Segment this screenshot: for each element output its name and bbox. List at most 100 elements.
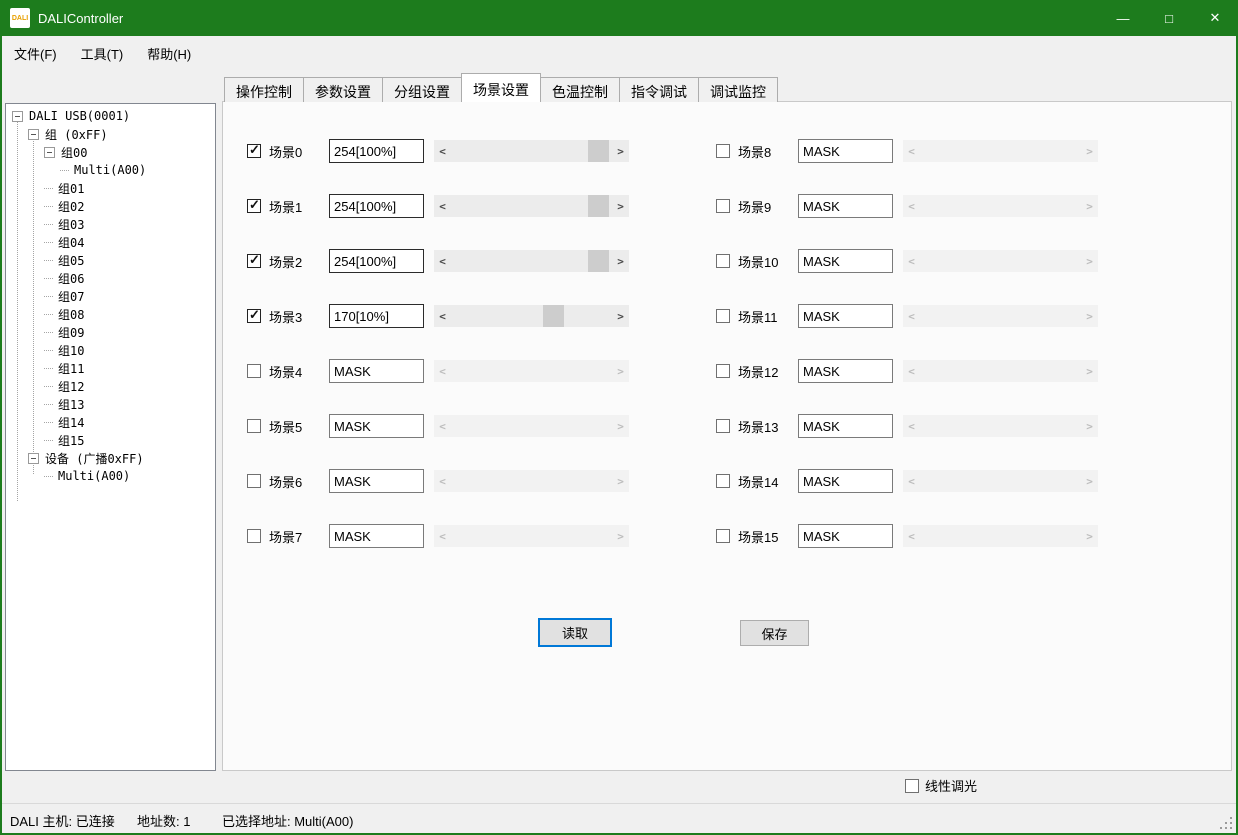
scene-value-input-8[interactable] bbox=[798, 139, 893, 163]
tree-item-label[interactable]: 组08 bbox=[56, 306, 86, 323]
scene-checkbox-3[interactable] bbox=[247, 309, 261, 323]
tree-item-label[interactable]: 组01 bbox=[56, 180, 86, 197]
tree-item[interactable]: 组05 bbox=[6, 251, 215, 269]
scrollbar-thumb[interactable] bbox=[588, 250, 609, 272]
read-button[interactable]: 读取 bbox=[538, 618, 612, 647]
tree-item-label[interactable]: 组02 bbox=[56, 198, 86, 215]
scrollbar-thumb[interactable] bbox=[588, 195, 609, 217]
tree-item[interactable]: DALI USB(0001) bbox=[6, 107, 215, 125]
minimize-button[interactable]: — bbox=[1100, 0, 1146, 36]
scene-checkbox-0[interactable] bbox=[247, 144, 261, 158]
scene-value-input-7[interactable] bbox=[329, 524, 424, 548]
tree-item[interactable]: Multi(A00) bbox=[6, 467, 215, 485]
scene-checkbox-4[interactable] bbox=[247, 364, 261, 378]
tab-0[interactable]: 操作控制 bbox=[224, 77, 304, 102]
tree-item-label[interactable]: 组03 bbox=[56, 216, 86, 233]
scroll-left-arrow-icon[interactable]: < bbox=[434, 195, 451, 217]
tab-2[interactable]: 分组设置 bbox=[382, 77, 462, 102]
tree-expand-icon[interactable] bbox=[12, 111, 23, 122]
scene-checkbox-7[interactable] bbox=[247, 529, 261, 543]
scene-value-input-0[interactable] bbox=[329, 139, 424, 163]
scene-value-input-3[interactable] bbox=[329, 304, 424, 328]
tree-item-label[interactable]: Multi(A00) bbox=[56, 469, 132, 483]
tree-item[interactable]: 设备 (广播0xFF) bbox=[6, 449, 215, 467]
tree-item-label[interactable]: 组14 bbox=[56, 414, 86, 431]
scene-scrollbar-3[interactable]: <> bbox=[434, 305, 629, 327]
scene-value-input-13[interactable] bbox=[798, 414, 893, 438]
scene-checkbox-2[interactable] bbox=[247, 254, 261, 268]
scene-checkbox-15[interactable] bbox=[716, 529, 730, 543]
scroll-left-arrow-icon[interactable]: < bbox=[434, 250, 451, 272]
scene-value-input-9[interactable] bbox=[798, 194, 893, 218]
menu-tools[interactable]: 工具(T) bbox=[69, 39, 136, 68]
scene-checkbox-10[interactable] bbox=[716, 254, 730, 268]
tree-item-label[interactable]: 组13 bbox=[56, 396, 86, 413]
scroll-right-arrow-icon[interactable]: > bbox=[612, 195, 629, 217]
tab-4[interactable]: 色温控制 bbox=[540, 77, 620, 102]
scene-value-input-15[interactable] bbox=[798, 524, 893, 548]
linear-dimming-checkbox[interactable] bbox=[905, 779, 919, 793]
tree-item[interactable]: 组10 bbox=[6, 341, 215, 359]
scrollbar-thumb[interactable] bbox=[588, 140, 609, 162]
tree-expand-icon[interactable] bbox=[28, 129, 39, 140]
scene-value-input-11[interactable] bbox=[798, 304, 893, 328]
scene-value-input-2[interactable] bbox=[329, 249, 424, 273]
scrollbar-thumb[interactable] bbox=[543, 305, 564, 327]
scene-value-input-5[interactable] bbox=[329, 414, 424, 438]
scene-scrollbar-1[interactable]: <> bbox=[434, 195, 629, 217]
scene-value-input-4[interactable] bbox=[329, 359, 424, 383]
scene-value-input-10[interactable] bbox=[798, 249, 893, 273]
tree-item[interactable]: 组15 bbox=[6, 431, 215, 449]
maximize-button[interactable]: □ bbox=[1146, 0, 1192, 36]
close-button[interactable]: ✕ bbox=[1192, 0, 1238, 36]
scene-checkbox-1[interactable] bbox=[247, 199, 261, 213]
scroll-right-arrow-icon[interactable]: > bbox=[612, 250, 629, 272]
tab-1[interactable]: 参数设置 bbox=[303, 77, 383, 102]
tree-item-label[interactable]: 组05 bbox=[56, 252, 86, 269]
resize-grip[interactable] bbox=[1218, 815, 1232, 829]
scroll-left-arrow-icon[interactable]: < bbox=[434, 140, 451, 162]
tree-item[interactable]: 组00 bbox=[6, 143, 215, 161]
menu-file[interactable]: 文件(F) bbox=[2, 39, 69, 68]
tree-item[interactable]: 组13 bbox=[6, 395, 215, 413]
scroll-right-arrow-icon[interactable]: > bbox=[612, 140, 629, 162]
tree-item[interactable]: 组14 bbox=[6, 413, 215, 431]
tree-item[interactable]: 组01 bbox=[6, 179, 215, 197]
scene-checkbox-14[interactable] bbox=[716, 474, 730, 488]
tree-item-label[interactable]: 组00 bbox=[59, 144, 89, 161]
scene-value-input-1[interactable] bbox=[329, 194, 424, 218]
scene-scrollbar-2[interactable]: <> bbox=[434, 250, 629, 272]
tree-item-label[interactable]: 组10 bbox=[56, 342, 86, 359]
scene-value-input-12[interactable] bbox=[798, 359, 893, 383]
tree-item[interactable]: 组03 bbox=[6, 215, 215, 233]
scene-checkbox-11[interactable] bbox=[716, 309, 730, 323]
tree-item[interactable]: 组 (0xFF) bbox=[6, 125, 215, 143]
tree-item-label[interactable]: 组09 bbox=[56, 324, 86, 341]
tree-item-label[interactable]: 组07 bbox=[56, 288, 86, 305]
tree-item-label[interactable]: DALI USB(0001) bbox=[27, 109, 132, 123]
tree-item[interactable]: 组09 bbox=[6, 323, 215, 341]
menu-help[interactable]: 帮助(H) bbox=[135, 39, 203, 68]
tree-item-label[interactable]: 组15 bbox=[56, 432, 86, 449]
save-button[interactable]: 保存 bbox=[740, 620, 809, 646]
tree-item-label[interactable]: 组06 bbox=[56, 270, 86, 287]
scene-checkbox-13[interactable] bbox=[716, 419, 730, 433]
tree-item-label[interactable]: 组04 bbox=[56, 234, 86, 251]
scroll-left-arrow-icon[interactable]: < bbox=[434, 305, 451, 327]
tree-item-label[interactable]: 组12 bbox=[56, 378, 86, 395]
scene-checkbox-12[interactable] bbox=[716, 364, 730, 378]
scroll-right-arrow-icon[interactable]: > bbox=[612, 305, 629, 327]
tree-item[interactable]: 组07 bbox=[6, 287, 215, 305]
tab-6[interactable]: 调试监控 bbox=[698, 77, 778, 102]
scene-value-input-14[interactable] bbox=[798, 469, 893, 493]
tree-item-label[interactable]: 组11 bbox=[56, 360, 86, 377]
tree-item[interactable]: 组02 bbox=[6, 197, 215, 215]
tree-item[interactable]: 组04 bbox=[6, 233, 215, 251]
tree-item[interactable]: 组12 bbox=[6, 377, 215, 395]
tree-item[interactable]: 组08 bbox=[6, 305, 215, 323]
tree-item-label[interactable]: 设备 (广播0xFF) bbox=[43, 450, 146, 467]
tree-item-label[interactable]: 组 (0xFF) bbox=[43, 126, 110, 143]
scene-checkbox-6[interactable] bbox=[247, 474, 261, 488]
tree-item[interactable]: Multi(A00) bbox=[6, 161, 215, 179]
tree-item[interactable]: 组11 bbox=[6, 359, 215, 377]
